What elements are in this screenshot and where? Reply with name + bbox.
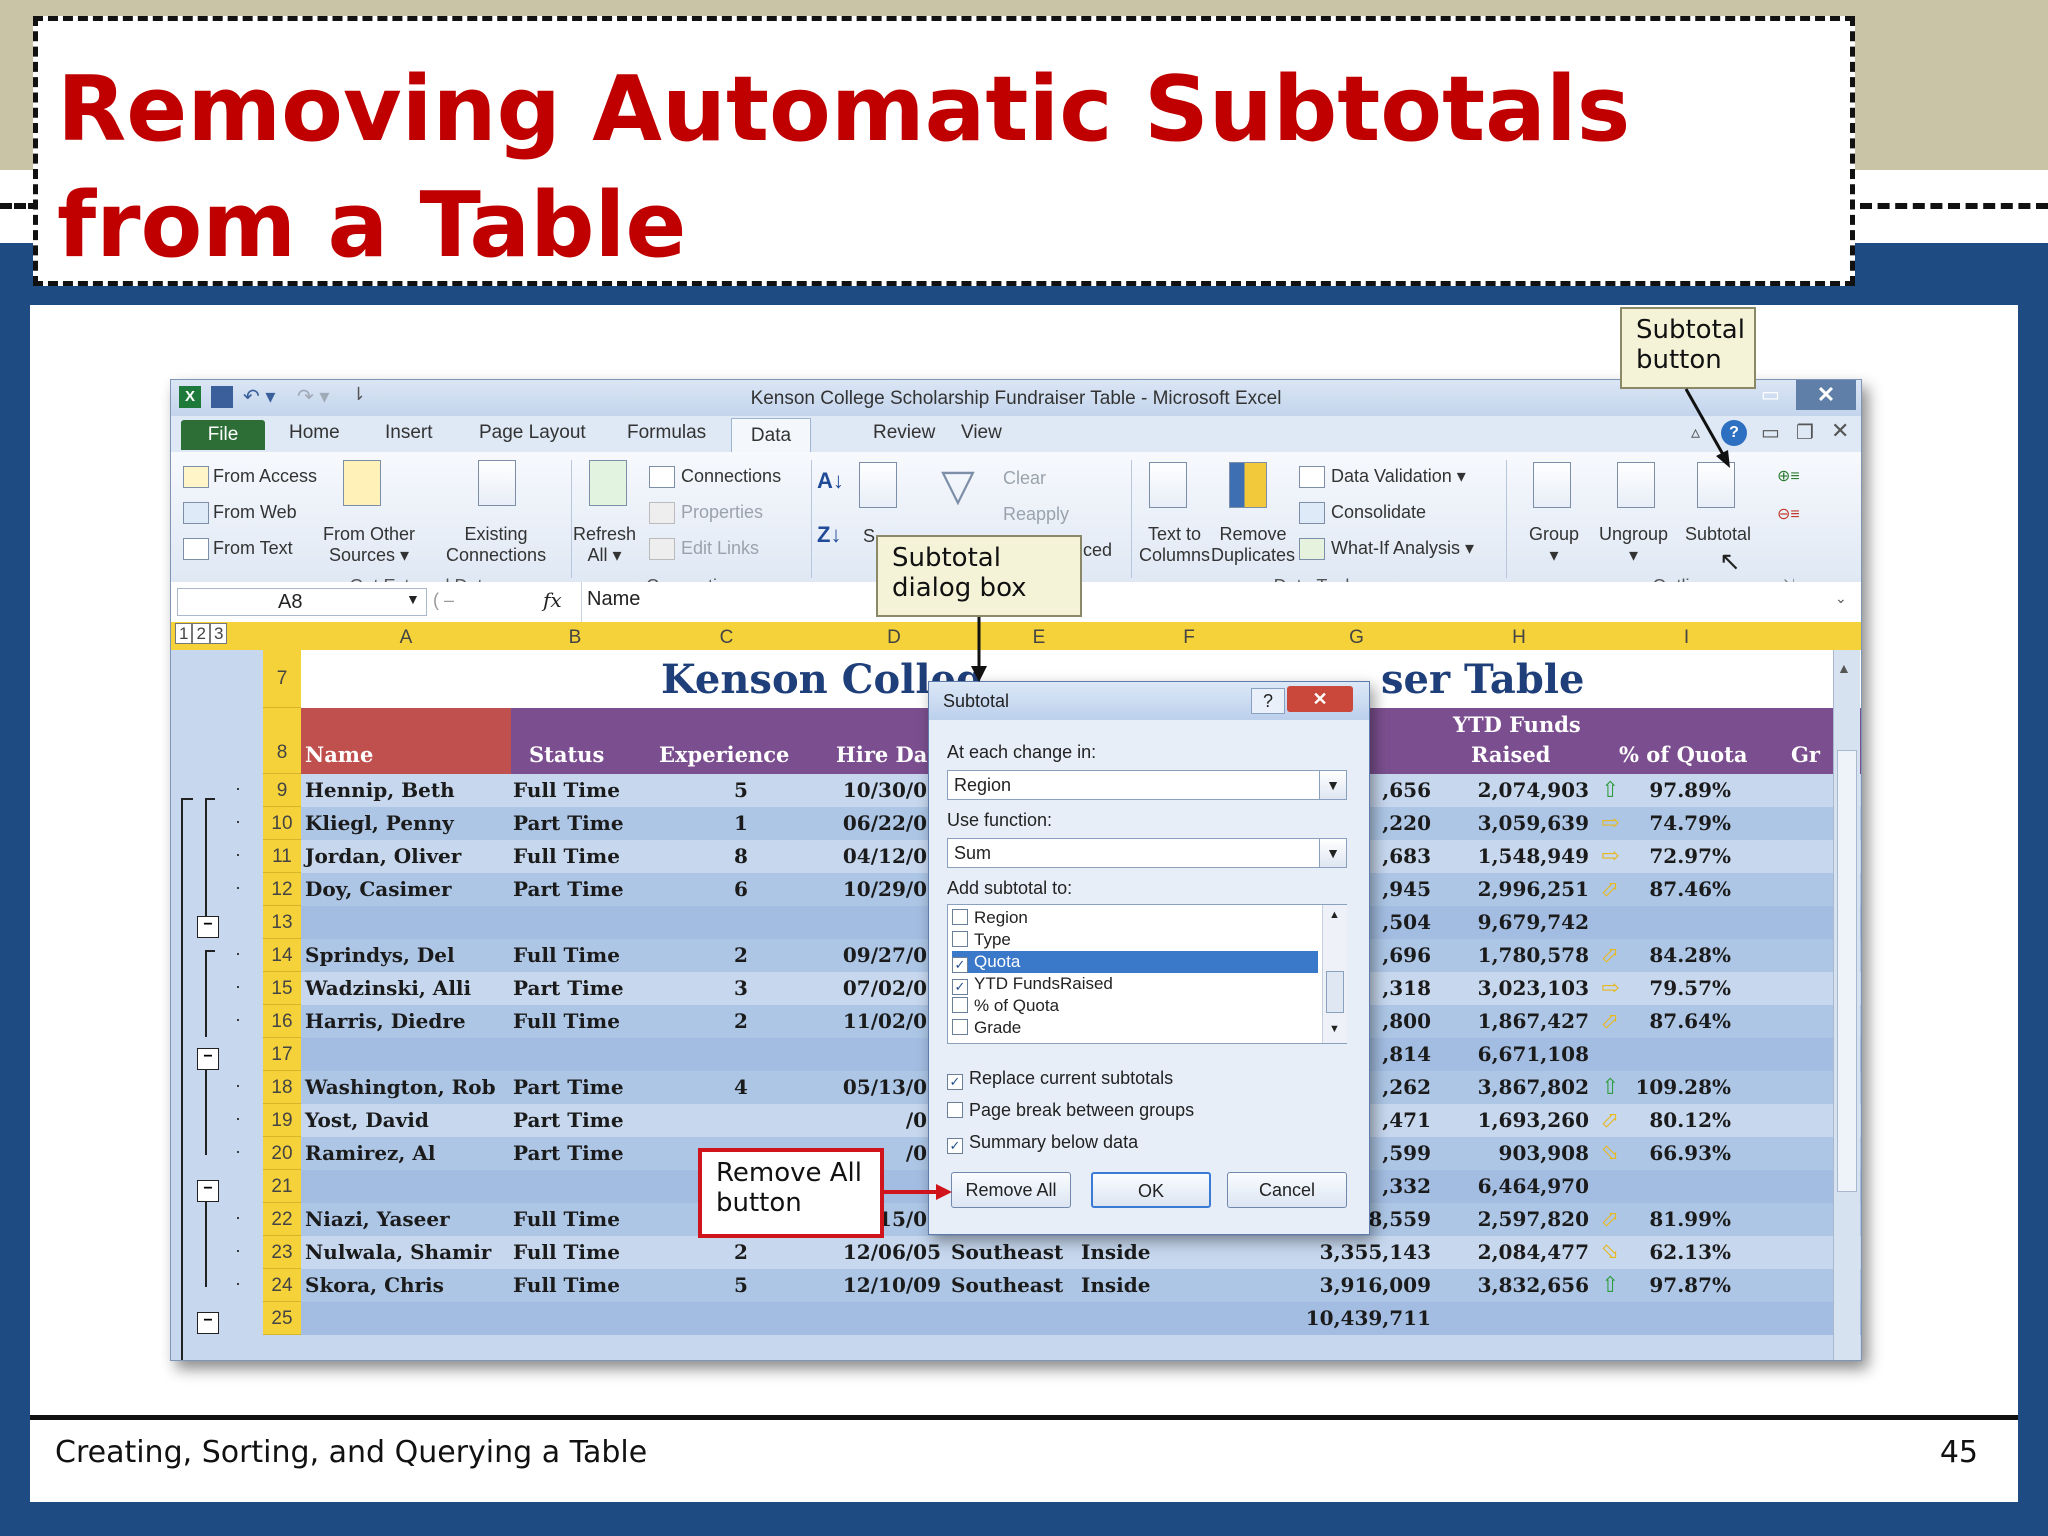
arrow-head-icon: [936, 1184, 952, 1200]
callout-arrows: [884, 388, 1730, 1200]
page-number: 45: [1939, 1435, 1978, 1470]
subtotal-button-arrow: [1684, 388, 1727, 459]
subtotal-dialog-callout: Subtotal dialog box: [876, 535, 1082, 617]
footer-text: Creating, Sorting, and Querying a Table: [55, 1435, 648, 1470]
arrow-head-icon: [971, 666, 987, 682]
remove-all-button-callout: Remove All button: [698, 1148, 884, 1238]
arrow-head-icon: [1716, 450, 1730, 468]
